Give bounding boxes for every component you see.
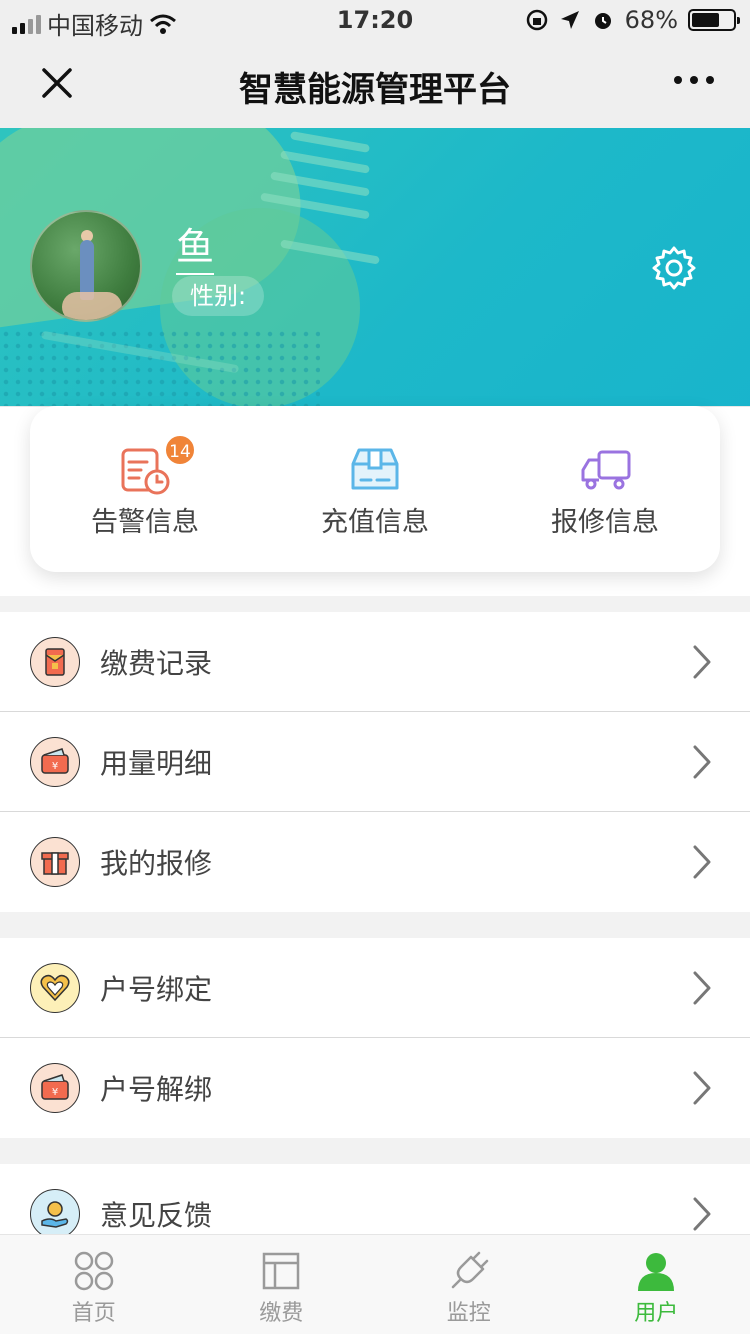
tab-user[interactable]: 用户	[563, 1235, 750, 1334]
nav-bar: 智慧能源管理平台	[0, 40, 750, 128]
recharge-info-button[interactable]: 充值信息	[260, 406, 490, 572]
layout-icon	[263, 1252, 300, 1290]
recharge-info-label: 充值信息	[321, 507, 429, 538]
menu-item-label: 意见反馈	[100, 1199, 213, 1232]
menu-item-label: 用量明细	[100, 746, 213, 780]
menu-item-label: 缴费记录	[100, 646, 213, 680]
tab-label: 首页	[71, 1301, 116, 1326]
tab-label: 监控	[446, 1301, 491, 1326]
svg-text:¥: ¥	[52, 761, 58, 772]
chevron-right-icon	[693, 645, 711, 679]
rotation-lock-icon	[526, 9, 547, 31]
my-repairs-item[interactable]: 我的报修	[0, 812, 750, 912]
quick-actions-card: 14 告警信息 充值信息 报修信息	[30, 406, 720, 572]
tab-bar: 首页 缴费 监控 用户	[0, 1234, 750, 1334]
tab-home[interactable]: 首页	[0, 1235, 188, 1334]
page-title: 智慧能源管理平台	[239, 70, 511, 110]
repair-info-button[interactable]: 报修信息	[490, 406, 720, 572]
heart-icon	[30, 962, 80, 1013]
user-icon	[638, 1253, 675, 1291]
location-icon	[560, 11, 579, 29]
chevron-right-icon	[693, 745, 711, 779]
feedback-item[interactable]: 意见反馈	[0, 1164, 750, 1234]
battery-percent: 68%	[624, 6, 678, 34]
username: 鱼	[176, 216, 215, 275]
menu-group-2: 户号绑定 ¥ 户号解绑	[0, 938, 750, 1138]
alarm-count-badge: 14	[164, 434, 196, 466]
red-envelope-icon	[30, 636, 80, 687]
chevron-right-icon	[693, 1197, 711, 1231]
menu-item-label: 户号绑定	[100, 972, 213, 1006]
tab-label: 缴费	[259, 1301, 304, 1326]
repair-info-label: 报修信息	[551, 507, 659, 538]
plug-icon	[451, 1251, 488, 1289]
home-icon	[74, 1251, 113, 1291]
menu-item-label: 户号解绑	[100, 1073, 213, 1106]
account-bind-item[interactable]: 户号绑定	[0, 938, 750, 1038]
battery-icon	[688, 9, 740, 31]
payment-records-item[interactable]: 缴费记录	[0, 612, 750, 712]
alarm-info-button[interactable]: 14 告警信息	[30, 406, 260, 572]
chevron-right-icon	[693, 971, 711, 1005]
tab-payment[interactable]: 缴费	[188, 1235, 376, 1334]
alarm-clock-icon	[594, 13, 611, 29]
chevron-right-icon	[693, 845, 711, 879]
usage-details-item[interactable]: ¥ 用量明细	[0, 712, 750, 812]
avatar[interactable]	[30, 210, 142, 322]
banner-stripe	[289, 131, 371, 153]
svg-text:¥: ¥	[52, 1087, 58, 1098]
tab-monitor[interactable]: 监控	[375, 1235, 563, 1334]
hand-coin-icon	[30, 1189, 80, 1234]
more-menu-icon[interactable]	[674, 76, 714, 84]
menu-group-1: 缴费记录 ¥ 用量明细 我的报修	[0, 612, 750, 912]
gender-badge: 性别:	[172, 276, 265, 316]
wallet-icon: ¥	[30, 1063, 80, 1113]
menu-item-label: 我的报修	[100, 847, 213, 880]
gift-icon	[30, 837, 80, 887]
truck-icon	[581, 450, 631, 490]
chevron-right-icon	[693, 1071, 711, 1105]
alarm-info-label: 告警信息	[91, 507, 199, 538]
box-icon	[351, 448, 399, 490]
wallet-icon: ¥	[30, 736, 80, 787]
account-unbind-item[interactable]: ¥ 户号解绑	[0, 1038, 750, 1138]
gear-icon[interactable]	[650, 244, 698, 292]
menu-group-3: 意见反馈	[0, 1164, 750, 1234]
status-bar: 中国移动 17:20 68%	[0, 0, 750, 40]
tab-label: 用户	[634, 1301, 679, 1326]
status-right: 68%	[525, 6, 740, 34]
